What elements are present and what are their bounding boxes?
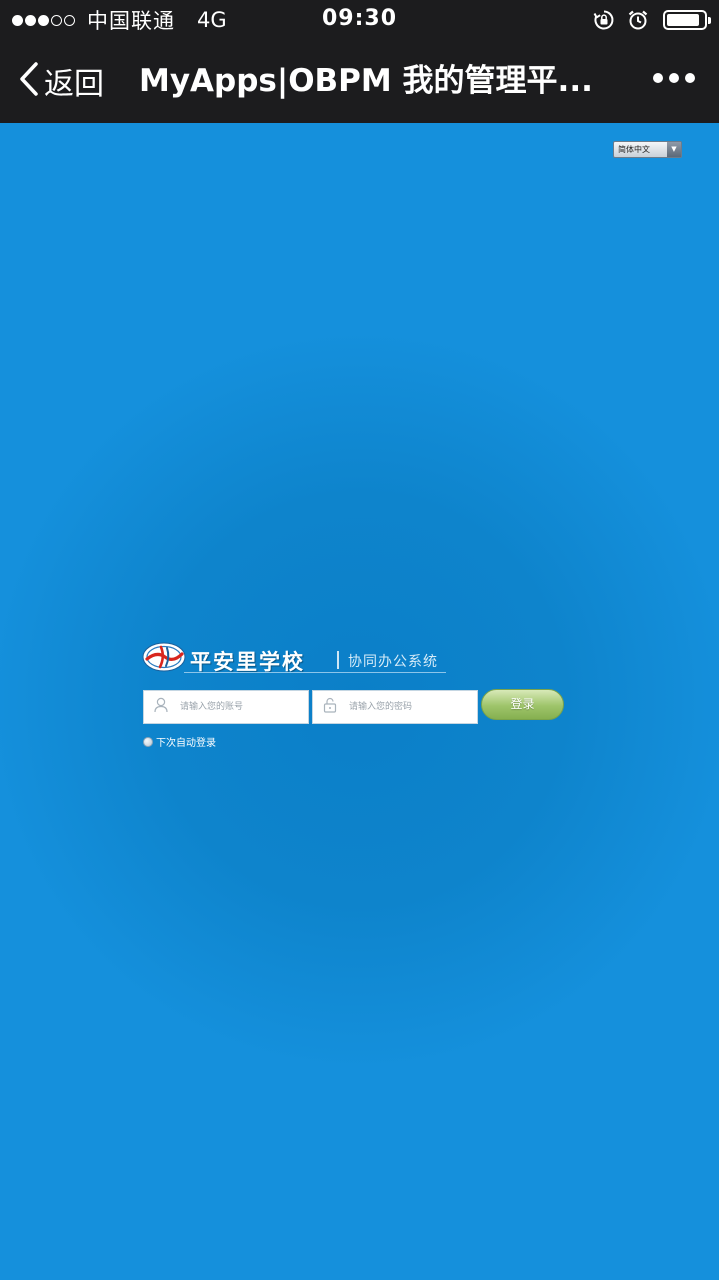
login-button[interactable]: 登录 — [481, 689, 564, 720]
more-icon-dot — [685, 73, 695, 83]
password-input[interactable] — [347, 701, 471, 713]
battery-level — [667, 14, 699, 26]
password-field — [312, 690, 478, 724]
more-button[interactable] — [647, 73, 695, 83]
school-logo-icon — [142, 642, 186, 676]
username-input[interactable] — [178, 701, 302, 713]
user-icon — [144, 697, 168, 717]
battery-cap — [708, 17, 711, 24]
username-field — [143, 690, 309, 724]
logo-divider — [337, 651, 339, 669]
back-button[interactable]: 返回 — [18, 60, 104, 102]
language-select[interactable]: 简体中文 ▼ — [613, 141, 682, 158]
lock-icon — [313, 697, 337, 717]
status-bar: 中国联通 4G 09:30 — [0, 0, 719, 40]
back-label: 返回 — [44, 67, 104, 102]
more-icon-dot — [669, 73, 679, 83]
chevron-left-icon — [18, 61, 40, 101]
auto-login-label: 下次自动登录 — [156, 738, 216, 749]
auto-login-checkbox[interactable] — [143, 736, 153, 747]
page-title: MyApps|OBPM 我的管理平... — [139, 63, 593, 99]
status-right — [593, 7, 711, 33]
rotation-lock-icon — [593, 9, 615, 31]
more-icon — [653, 73, 663, 83]
system-name: 协同办公系统 — [348, 654, 438, 670]
dropdown-arrow-icon: ▼ — [667, 142, 681, 157]
alarm-icon — [627, 9, 649, 31]
logo-underline — [184, 672, 446, 673]
battery-icon — [663, 10, 711, 30]
language-selected: 简体中文 — [618, 145, 650, 154]
login-page: 简体中文 ▼ 平安里学校 协同办公系统 请输入您的账号 登录 下次自动登录 — [0, 123, 719, 1280]
auto-login-toggle[interactable]: 下次自动登录 — [143, 734, 216, 749]
navigation-bar: 返回 MyApps|OBPM 我的管理平... — [0, 40, 719, 123]
